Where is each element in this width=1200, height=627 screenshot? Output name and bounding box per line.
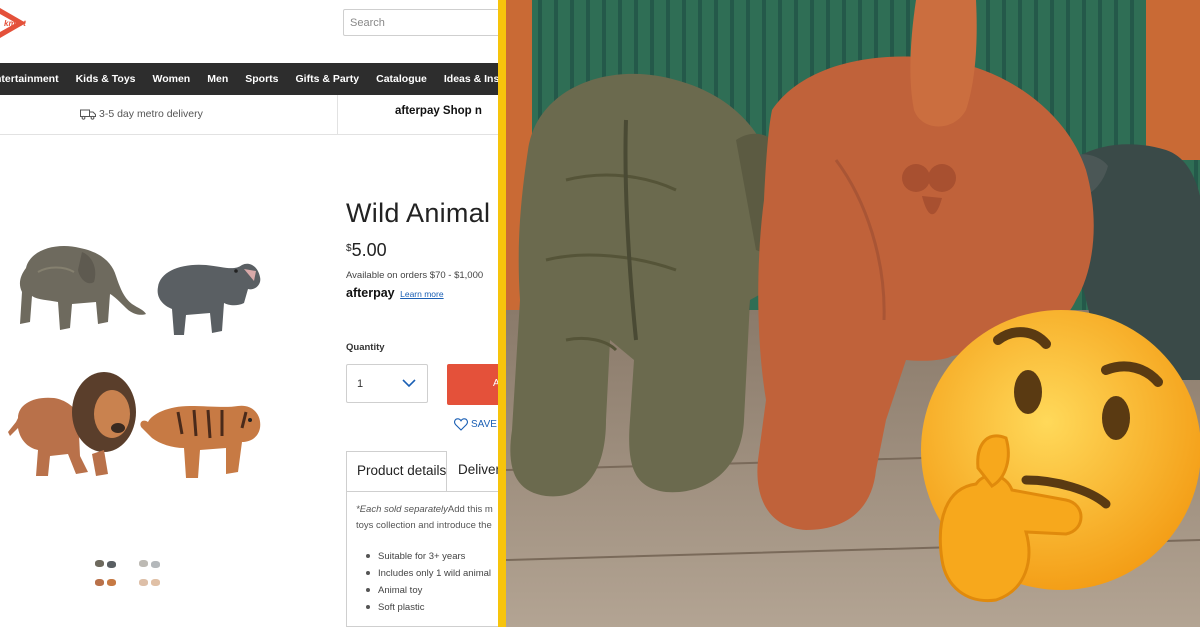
tab-product-details[interactable]: Product details — [346, 451, 447, 492]
feature-list: Suitable for 3+ years Includes only 1 wi… — [366, 548, 491, 616]
elephant-toy-image — [19, 246, 147, 330]
thumbnail-strip[interactable] — [93, 557, 183, 593]
nav-item-catalogue[interactable]: Catalogue — [376, 73, 427, 85]
nav-item-gifts-party[interactable]: Gifts & Party — [296, 73, 360, 85]
truck-icon — [80, 109, 96, 120]
afterpay-banner[interactable]: afterpay Shop n — [395, 105, 482, 117]
afterpay-availability: Available on orders $70 - $1,000 — [346, 270, 484, 281]
yellow-divider — [498, 0, 506, 627]
lion-toy-image — [8, 372, 136, 476]
thumb-elephant[interactable] — [95, 560, 104, 567]
tiger-toy-image — [140, 405, 261, 478]
quantity-select[interactable]: 1 — [346, 364, 428, 403]
wooden-post — [1146, 0, 1200, 160]
learn-more-link[interactable]: Learn more — [400, 289, 443, 299]
thumb-elephant-faded[interactable] — [139, 560, 148, 567]
product-tabs: Product details Delivery — [346, 451, 498, 492]
tab-delivery[interactable]: Delivery — [458, 462, 498, 477]
product-price: $5.00 — [346, 240, 387, 261]
delivery-info: 3-5 day metro delivery — [80, 108, 203, 120]
nav-item-men[interactable]: Men — [207, 73, 228, 85]
thumb-lion[interactable] — [95, 579, 104, 586]
description-line2: toys collection and introduce the — [356, 520, 492, 531]
heart-icon — [454, 418, 468, 431]
photo-illustration — [506, 0, 1200, 627]
afterpay-brand: afterpay — [346, 286, 395, 300]
feature-item: Soft plastic — [366, 599, 491, 616]
price-currency: $ — [346, 243, 352, 254]
chevron-down-icon — [402, 379, 416, 388]
quantity-value: 1 — [357, 378, 364, 390]
add-to-cart-button[interactable]: A — [447, 364, 498, 405]
afterpay-info: afterpay Learn more — [346, 286, 444, 300]
feature-item: Suitable for 3+ years — [366, 548, 491, 565]
nav-item-kids-toys[interactable]: Kids & Toys — [76, 73, 136, 85]
toy-photo — [506, 0, 1200, 627]
main-nav: Entertainment Kids & Toys Women Men Spor… — [0, 63, 498, 95]
description-rest: Add this m — [447, 504, 493, 515]
product-title: Wild Animal — [346, 198, 491, 228]
delivery-label: 3-5 day metro delivery — [99, 108, 203, 120]
nav-item-entertainment[interactable]: Entertainment — [0, 73, 59, 85]
thumb-tiger[interactable] — [107, 579, 116, 586]
product-page-screenshot: kmart Search Entertainment Kids & Toys W… — [0, 0, 498, 627]
save-label: SAVE F — [471, 419, 498, 430]
description-italic: *Each sold separately — [356, 504, 448, 515]
nav-item-sports[interactable]: Sports — [245, 73, 278, 85]
thumb-tiger-faded[interactable] — [151, 579, 160, 586]
product-description: *Each sold separatelyAdd this m toys col… — [356, 502, 498, 534]
search-input[interactable]: Search — [343, 9, 498, 36]
nav-item-women[interactable]: Women — [153, 73, 191, 85]
price-value: 5.00 — [351, 240, 387, 260]
logo-text: kmart — [4, 19, 26, 28]
feature-item: Animal toy — [366, 582, 491, 599]
feature-item: Includes only 1 wild animal — [366, 565, 491, 582]
hippo-toy-image — [157, 263, 261, 335]
quantity-label: Quantity — [346, 342, 385, 353]
thumb-hippo-faded[interactable] — [151, 561, 160, 568]
save-for-later-button[interactable]: SAVE F — [454, 418, 498, 431]
thumb-hippo[interactable] — [107, 561, 116, 568]
kmart-logo[interactable]: kmart — [0, 6, 40, 40]
delivery-bar: 3-5 day metro delivery afterpay Shop n — [0, 95, 498, 135]
thumb-lion-faded[interactable] — [139, 579, 148, 586]
divider — [337, 95, 338, 135]
nav-item-ideas[interactable]: Ideas & Inspiration — [444, 73, 498, 85]
